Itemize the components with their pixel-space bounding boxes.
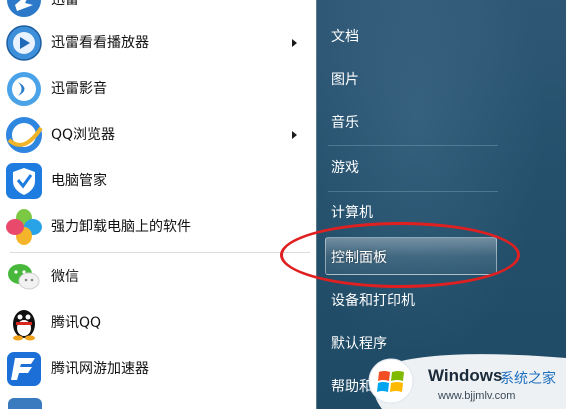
program-label: 腾讯QQ — [51, 315, 102, 331]
annotation-circle — [280, 222, 520, 288]
program-label: 强力卸载电脑上的软件 — [51, 219, 191, 235]
watermark-site-name: 系统之家 — [500, 371, 556, 387]
program-item-wechat[interactable]: 微信 — [0, 255, 316, 299]
menu-separator — [10, 252, 310, 253]
watermark-url: www.bjjmlv.com — [438, 390, 516, 402]
xunlei-kankan-icon — [6, 25, 42, 61]
program-icon-partial — [8, 398, 42, 409]
program-item-tencent-qq[interactable]: 腾讯QQ — [0, 301, 316, 345]
program-item-uninstaller[interactable]: 强力卸载电脑上的软件 — [0, 205, 316, 249]
submenu-arrow-icon — [292, 39, 297, 47]
start-menu-programs-panel: 迅雷 迅雷看看播放器 迅雷影音 QQ浏览器 电脑管家 强力卸载电脑上的软件 微信… — [0, 0, 316, 409]
program-item-xunlei-kankan[interactable]: 迅雷看看播放器 — [0, 21, 316, 65]
windows-logo-icon — [368, 358, 414, 404]
program-item-game-accelerator[interactable]: 腾讯网游加速器 — [0, 347, 316, 391]
menu-separator — [328, 191, 498, 192]
program-label: QQ浏览器 — [51, 127, 116, 143]
submenu-arrow-icon — [292, 131, 297, 139]
program-item-xunlei[interactable]: 迅雷 — [0, 0, 316, 22]
place-default-programs[interactable]: 默认程序 — [331, 334, 387, 354]
place-computer[interactable]: 计算机 — [331, 203, 373, 223]
place-music[interactable]: 音乐 — [331, 113, 359, 133]
program-label: 迅雷看看播放器 — [51, 35, 149, 51]
qq-browser-icon — [6, 117, 43, 153]
watermark: Windows 系统之家 www.bjjmlv.com — [362, 352, 566, 409]
uninstaller-petal-icon — [6, 209, 42, 245]
place-games[interactable]: 游戏 — [331, 158, 359, 178]
program-label: 微信 — [51, 269, 79, 285]
program-label: 电脑管家 — [51, 173, 107, 189]
watermark-brand: Windows — [428, 366, 503, 385]
xunlei-icon — [7, 0, 41, 17]
program-label: 迅雷 — [51, 0, 79, 8]
place-pictures[interactable]: 图片 — [331, 70, 359, 90]
pc-manager-shield-icon — [6, 163, 42, 199]
program-label: 迅雷影音 — [51, 81, 107, 97]
program-item-qq-browser[interactable]: QQ浏览器 — [0, 113, 316, 157]
game-accelerator-icon — [7, 352, 41, 386]
qq-penguin-icon — [13, 310, 35, 341]
xunlei-yingyin-icon — [7, 72, 41, 106]
place-devices-printers[interactable]: 设备和打印机 — [331, 291, 415, 311]
program-label: 腾讯网游加速器 — [51, 361, 149, 377]
program-item-pc-manager[interactable]: 电脑管家 — [0, 159, 316, 203]
program-item-xunlei-yingyin[interactable]: 迅雷影音 — [0, 67, 316, 111]
menu-separator — [328, 145, 498, 146]
wechat-icon — [8, 264, 40, 290]
place-documents[interactable]: 文档 — [331, 27, 359, 47]
